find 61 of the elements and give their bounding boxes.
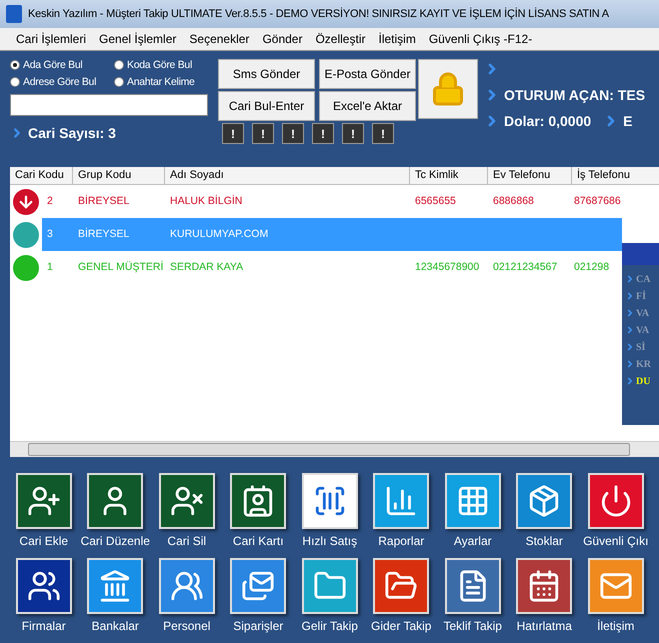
action-button[interactable]: Cari Bul-Enter (218, 91, 315, 121)
table-cell-text: SERDAR KAYA (169, 260, 244, 275)
column-header[interactable]: Adı Soyadı (165, 167, 410, 184)
table-cell-text: 87687686 (573, 194, 622, 209)
radio-option[interactable]: Ada Göre Bul (10, 59, 114, 71)
table-cell-text: 1 (46, 260, 54, 275)
search-field[interactable] (10, 94, 208, 116)
menu-item[interactable]: İletişim (378, 32, 416, 46)
table-cell-text: HALUK BİLGİN (169, 194, 244, 209)
menu-item[interactable]: Güvenli Çıkış -F12- (428, 32, 532, 46)
lock-button[interactable] (418, 59, 478, 119)
table-cell-text: 6886868 (492, 194, 535, 209)
table-cell: 3 (42, 218, 76, 251)
padlock-icon (430, 71, 466, 107)
column-header[interactable]: İş Telefonu (572, 167, 659, 184)
panel-header (622, 243, 659, 265)
action-button[interactable]: E-Posta Gönder (319, 59, 416, 89)
side-panel-item[interactable]: DU (625, 373, 659, 389)
table-cell-text: 021298 (573, 260, 610, 275)
action-button[interactable]: Sms Gönder (218, 59, 315, 89)
alert-button[interactable]: ! (312, 123, 334, 144)
column-header[interactable]: Cari Kodu (10, 167, 73, 184)
table-cell-text: BİREYSEL (77, 194, 130, 209)
table-cell: BİREYSEL (73, 218, 165, 251)
table-cell-text: 02121234567 (492, 260, 558, 275)
menu-item[interactable]: Cari İşlemleri (16, 32, 86, 46)
action-button[interactable]: Excel'e Aktar (319, 91, 416, 121)
menu-item[interactable]: Seçenekler (189, 32, 250, 46)
alert-button[interactable]: ! (222, 123, 244, 144)
table-row[interactable]: 2 BİREYSEL HALUK BİLGİN 6565655 6886868 87687686 (10, 185, 622, 218)
alert-button[interactable]: ! (252, 123, 274, 144)
table-cell-text: GENEL MÜŞTERİ (77, 260, 164, 275)
menu-item[interactable]: Özelleştir (315, 32, 366, 46)
app-logo-icon (6, 5, 22, 23)
dollar-rate: Dolar: 0,0000 (504, 113, 592, 129)
info-label: E (623, 113, 633, 129)
alert-button[interactable]: ! (372, 123, 394, 144)
column-header[interactable]: Grup Kodu (73, 167, 165, 184)
users-icon (26, 569, 61, 603)
radio-option[interactable]: Koda Göre Bul (114, 59, 212, 71)
customer-count: Cari Sayısı: 3 (28, 125, 116, 141)
table-cell (572, 218, 622, 251)
radio-option[interactable]: Anahtar Kelime (114, 76, 212, 88)
users-icon (170, 569, 204, 603)
session-user: OTURUM AÇAN: TES (504, 87, 646, 103)
radio-option[interactable]: Adrese Göre Bul (10, 76, 114, 88)
horizontal-scrollbar[interactable] (10, 441, 659, 457)
menu-item[interactable]: Genel İşlemler (99, 32, 176, 46)
column-header[interactable]: Ev Telefonu (488, 167, 572, 184)
alert-button[interactable]: ! (282, 123, 304, 144)
envelopes-icon (241, 569, 276, 603)
table-cell: KURULUMYAP.COM (165, 218, 410, 251)
alert-button[interactable]: ! (342, 123, 364, 144)
user-x-icon (170, 484, 204, 518)
window-title: Keskin Yazılım - Müşteri Takip ULTIMATE Ver.8.5.5 - DEMO VERSİYON! SINIRSIZ KAYIT VE İŞLEM İÇİN LİSANS SATIN A (28, 8, 609, 20)
column-header[interactable]: Tc Kimlik (410, 167, 488, 184)
user-plus-icon (26, 484, 61, 518)
menu-item[interactable]: Gönder (262, 32, 302, 46)
table-cell-text: 6565655 (414, 194, 457, 209)
table-cell-text: 12345678900 (414, 260, 480, 275)
table-cell-text: 2 (46, 194, 54, 209)
